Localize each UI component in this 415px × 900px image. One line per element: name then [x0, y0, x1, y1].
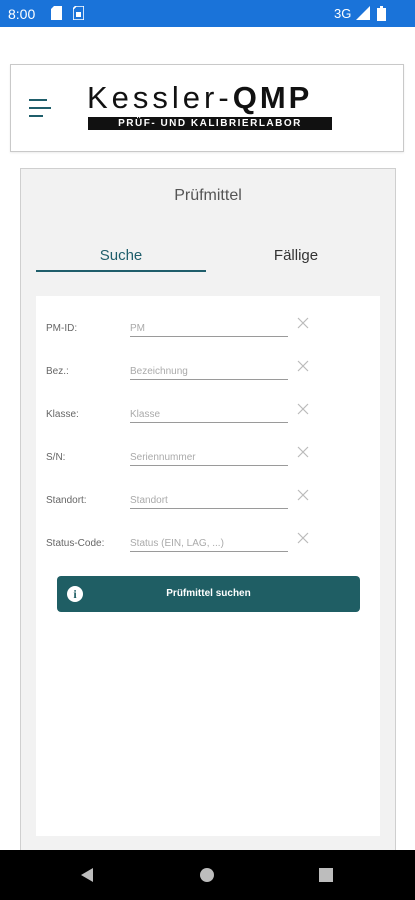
status-bar: 8:00 3G [0, 0, 415, 27]
bezeichnung-input[interactable] [130, 363, 288, 380]
seriennummer-input[interactable] [130, 449, 288, 466]
logo-title: Kessler-QMP [87, 80, 313, 115]
search-button[interactable]: i Prüfmittel suchen [57, 576, 360, 612]
logo-subtitle: PRÜF- UND KALIBRIERLABOR [88, 117, 332, 130]
app-header: Kessler-QMP PRÜF- UND KALIBRIERLABOR [10, 64, 404, 152]
status-code-input[interactable] [130, 535, 288, 552]
recents-icon[interactable] [319, 868, 333, 887]
network-type: 3G [334, 6, 352, 21]
main-card: Prüfmittel Suche Fällige PM-ID: Bez.: Kl… [20, 168, 396, 868]
clear-icon[interactable] [296, 488, 310, 502]
clear-icon[interactable] [296, 359, 310, 373]
standort-label: Standort: [46, 495, 87, 506]
pm-id-label: PM-ID: [46, 323, 78, 334]
status-code-label: Status-Code: [46, 538, 105, 549]
home-icon[interactable] [199, 867, 215, 888]
klasse-input[interactable] [130, 406, 288, 423]
page-title: Prüfmittel [174, 187, 242, 204]
form-row-standort: Standort: [36, 478, 380, 509]
back-icon[interactable] [79, 867, 95, 888]
tab-suche[interactable]: Suche [36, 247, 206, 264]
menu-icon[interactable] [29, 99, 53, 119]
tab-faellige[interactable]: Fällige [211, 247, 381, 264]
navigation-bar [0, 850, 415, 900]
seriennummer-label: S/N: [46, 452, 66, 463]
signal-icon [356, 6, 370, 23]
form-row-klasse: Klasse: [36, 392, 380, 423]
battery-icon [377, 6, 386, 24]
search-button-label: Prüfmittel suchen [166, 588, 251, 599]
search-form: PM-ID: Bez.: Klasse: S/N: Standort: Stat… [36, 296, 380, 836]
sd-card-icon [51, 6, 62, 23]
clear-icon[interactable] [296, 402, 310, 416]
sim-card-icon [72, 5, 85, 23]
form-row-seriennummer: S/N: [36, 435, 380, 466]
pm-id-input[interactable] [130, 320, 288, 337]
standort-input[interactable] [130, 492, 288, 509]
clear-icon[interactable] [296, 445, 310, 459]
status-time: 8:00 [8, 6, 36, 22]
form-row-status-code: Status-Code: [36, 521, 380, 552]
bezeichnung-label: Bez.: [46, 366, 69, 377]
klasse-label: Klasse: [46, 409, 79, 420]
active-tab-indicator [36, 270, 206, 272]
form-row-pm-id: PM-ID: [36, 306, 380, 337]
clear-icon[interactable] [296, 531, 310, 545]
clear-icon[interactable] [296, 316, 310, 330]
form-row-bezeichnung: Bez.: [36, 349, 380, 380]
